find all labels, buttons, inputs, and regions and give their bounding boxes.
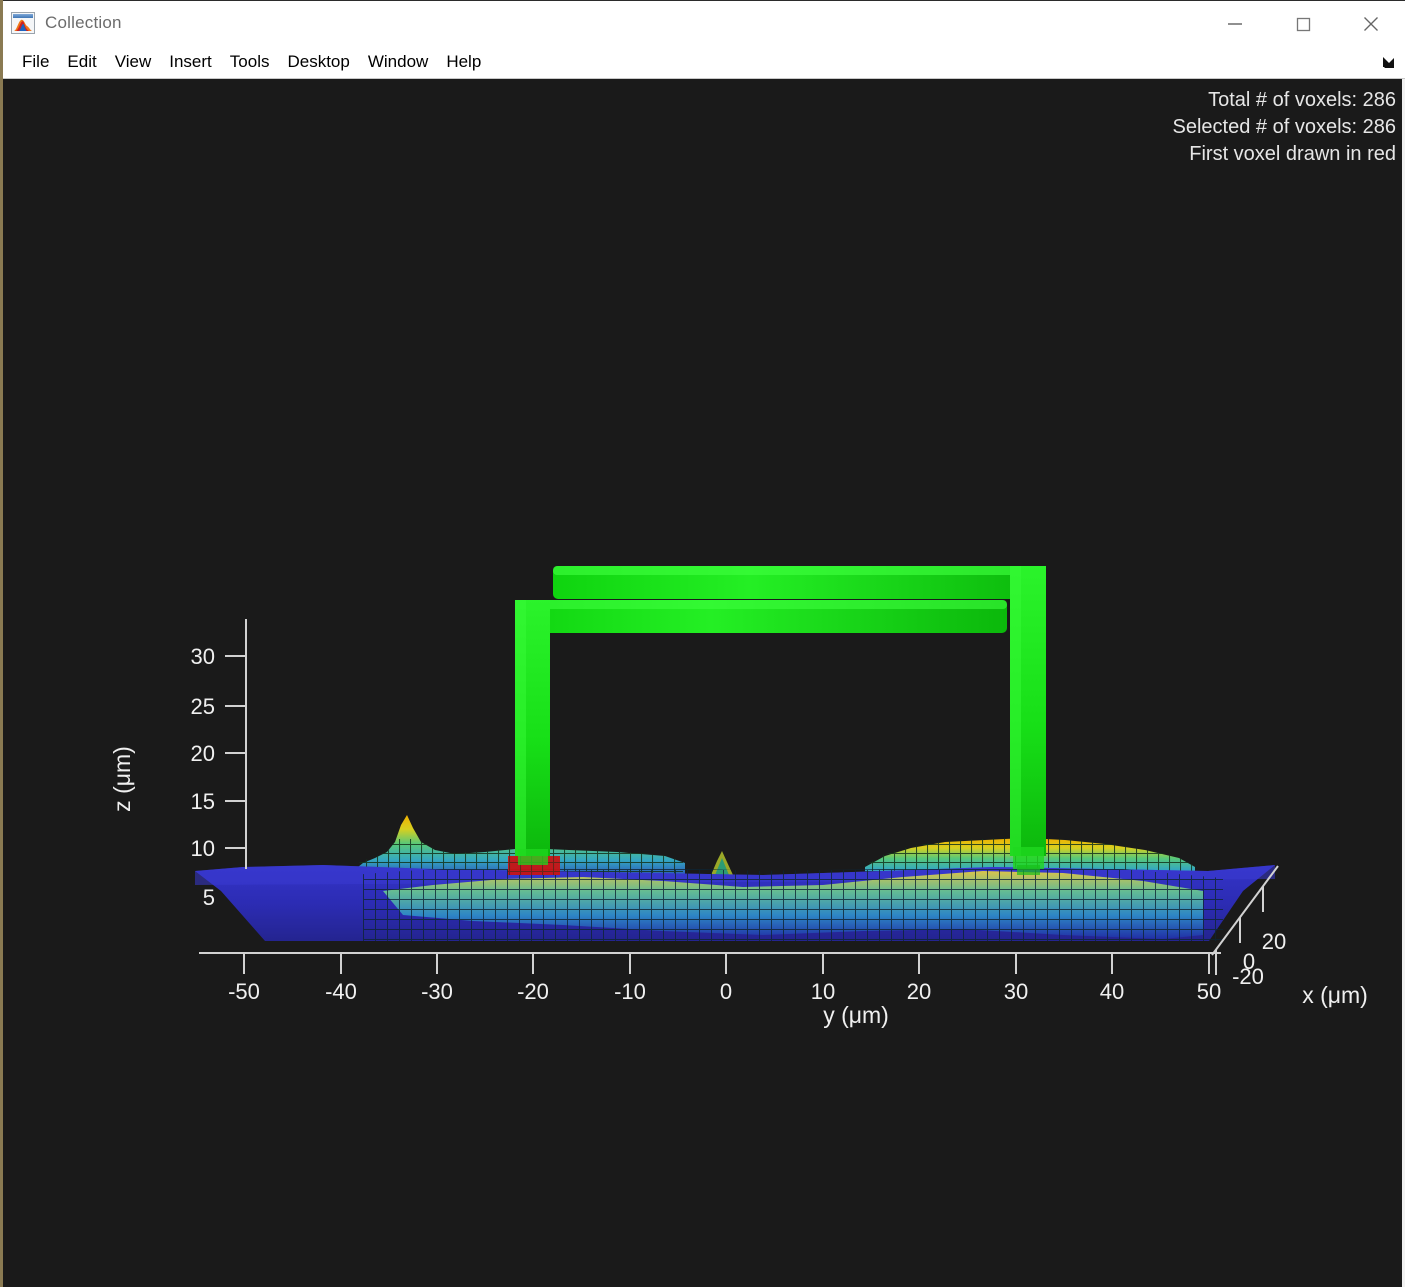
- menu-item-window[interactable]: Window: [359, 49, 437, 75]
- gantry-foot-left: [518, 849, 548, 865]
- y-ticklabel-20: 20: [907, 979, 931, 1004]
- close-icon: [1364, 16, 1378, 31]
- z-axis-label: z (μm): [109, 746, 135, 812]
- surface-mid-mesh: [363, 869, 1223, 941]
- z-ticklabel-10: 10: [191, 836, 215, 861]
- maximize-button[interactable]: [1269, 1, 1337, 46]
- z-ticklabel-15: 15: [191, 789, 215, 814]
- y-ticklabel-40: 40: [1100, 979, 1124, 1004]
- z-ticklabel-30: 30: [191, 644, 215, 669]
- y-ticklabel-30: 30: [1004, 979, 1028, 1004]
- menu-item-desktop[interactable]: Desktop: [278, 49, 358, 75]
- gantry-pillar-left: [515, 600, 550, 856]
- x-ticklabel-0: 0: [1243, 949, 1255, 974]
- z-ticklabel-20: 20: [191, 741, 215, 766]
- y-axis: -50 -40 -30 -20 -10 0 10 20 30 40 50 y (…: [199, 952, 1221, 1028]
- gantry-beam-lower: [515, 600, 1007, 633]
- menu-item-file[interactable]: File: [13, 49, 58, 75]
- menu-items: File Edit View Insert Tools Desktop Wind…: [13, 45, 490, 79]
- minimize-icon: [1228, 22, 1242, 25]
- close-button[interactable]: [1337, 1, 1405, 46]
- window-controls: [1201, 1, 1405, 46]
- y-ticklabel--30: -30: [421, 979, 453, 1004]
- menu-item-help[interactable]: Help: [437, 49, 490, 75]
- y-axis-label: y (μm): [823, 1002, 889, 1028]
- matlab-membrane-icon: [11, 12, 35, 34]
- voxel-gantry: [515, 566, 1046, 875]
- z-ticklabel-25: 25: [191, 694, 215, 719]
- expander-arrow-glyph: [1383, 57, 1394, 68]
- menu-item-tools[interactable]: Tools: [221, 49, 279, 75]
- title-bar-left: Collection: [11, 7, 122, 39]
- y-ticklabel--10: -10: [614, 979, 646, 1004]
- y-ticklabel-50: 50: [1197, 979, 1221, 1004]
- gantry-beam-upper: [553, 566, 1045, 599]
- figure-window: Collection File Edit View Insert Tools D…: [0, 0, 1405, 1287]
- maximize-icon: [1296, 17, 1311, 31]
- axes-3d: 30 25 20 15 10 5 z (μm) -50 -40 -30 -20 …: [109, 566, 1368, 1028]
- x-ticklabel-20: 20: [1262, 929, 1286, 954]
- y-ticklabel-10: 10: [811, 979, 835, 1004]
- membrane-glyph: [14, 19, 32, 31]
- y-ticklabel--50: -50: [228, 979, 260, 1004]
- z-ticklabel-5: 5: [203, 885, 215, 910]
- z-axis: 30 25 20 15 10 5 z (μm): [109, 619, 247, 910]
- y-ticklabel--40: -40: [325, 979, 357, 1004]
- figure-canvas[interactable]: Total # of voxels: 286 Selected # of vox…: [3, 79, 1405, 1287]
- menu-item-insert[interactable]: Insert: [160, 49, 221, 75]
- x-axis-label: x (μm): [1302, 982, 1368, 1008]
- menu-bar: File Edit View Insert Tools Desktop Wind…: [3, 45, 1405, 79]
- y-ticklabel-0: 0: [720, 979, 732, 1004]
- menu-item-view[interactable]: View: [106, 49, 161, 75]
- toolbar-expander-arrow-icon[interactable]: [1379, 53, 1399, 73]
- y-ticklabel--20: -20: [517, 979, 549, 1004]
- gantry-foot-right-lower: [1017, 865, 1040, 875]
- menu-item-edit[interactable]: Edit: [58, 49, 105, 75]
- title-bar: Collection: [3, 0, 1405, 45]
- window-title: Collection: [45, 13, 122, 32]
- gantry-pillar-right: [1010, 566, 1046, 856]
- minimize-button[interactable]: [1201, 1, 1269, 46]
